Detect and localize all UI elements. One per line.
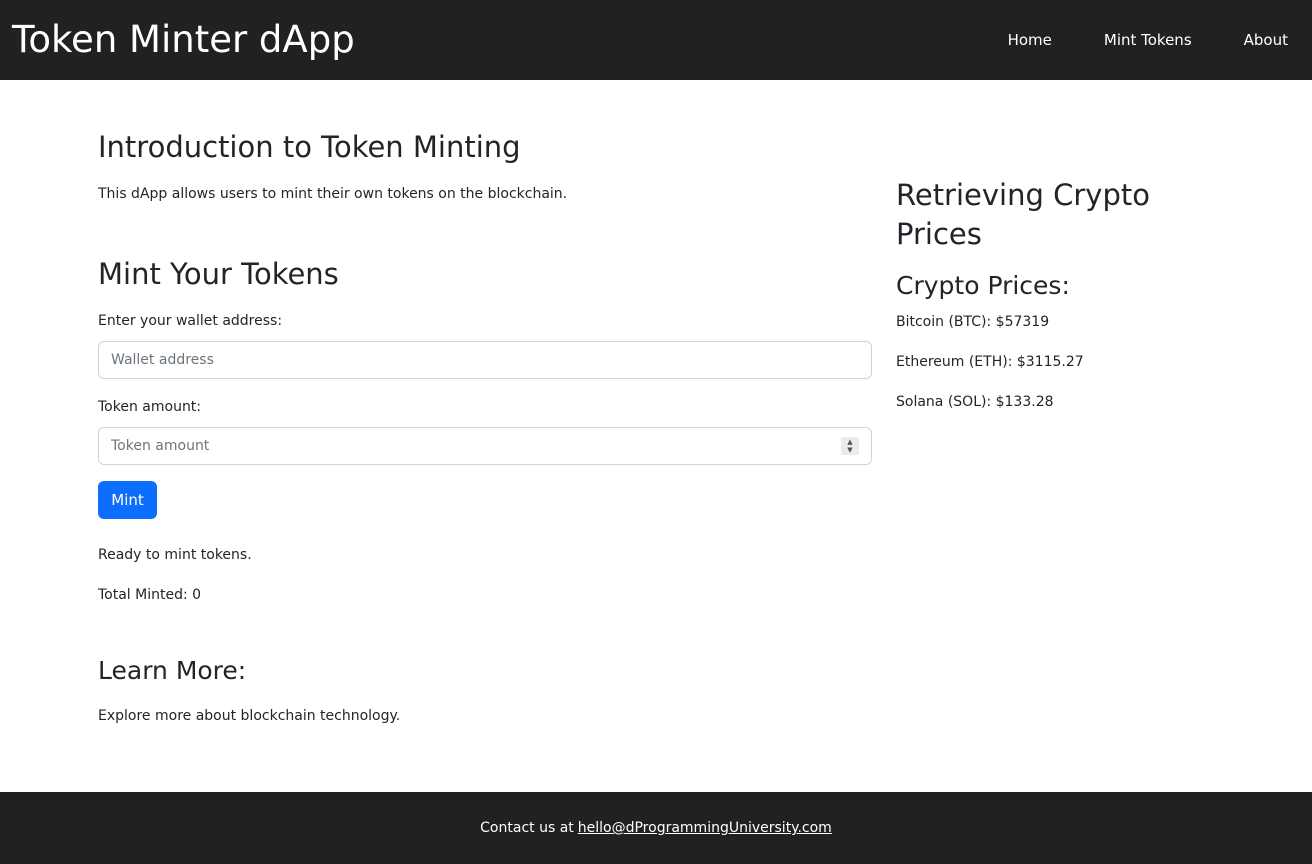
- amount-label: Token amount:: [98, 399, 202, 415]
- token-amount-input[interactable]: [98, 427, 872, 465]
- wallet-address-input[interactable]: [98, 341, 872, 379]
- nav-about[interactable]: About: [1244, 31, 1288, 49]
- crypto-prices-title: Crypto Prices:: [896, 271, 1070, 300]
- wallet-label: Enter your wallet address:: [98, 313, 283, 329]
- intro-text: This dApp allows users to mint their own…: [98, 186, 568, 202]
- nav-home[interactable]: Home: [1008, 31, 1052, 49]
- footer-email-link[interactable]: hello@dProgrammingUniversity.com: [578, 820, 832, 836]
- mint-status: Ready to mint tokens.: [98, 547, 252, 563]
- navbar: Token Minter dApp Home Mint Tokens About: [0, 0, 1312, 80]
- brand-title: Token Minter dApp: [12, 18, 355, 61]
- total-minted: Total Minted: 0: [98, 587, 202, 603]
- learn-more-title: Learn More:: [98, 656, 247, 685]
- main-nav: Home Mint Tokens About: [956, 0, 1288, 80]
- learn-more-text: Explore more about blockchain technology…: [98, 708, 401, 724]
- intro-title: Introduction to Token Minting: [98, 130, 521, 164]
- footer: Contact us at hello@dProgrammingUniversi…: [0, 792, 1312, 864]
- sidebar-title: Retrieving Crypto Prices: [896, 178, 1150, 251]
- footer-text: Contact us at: [480, 820, 574, 836]
- mint-button[interactable]: Mint: [98, 481, 157, 519]
- mint-title: Mint Your Tokens: [98, 257, 339, 291]
- amount-spinner-icon[interactable]: ▲ ▼: [841, 437, 859, 455]
- price-eth: Ethereum (ETH): $3115.27: [896, 354, 1084, 370]
- nav-mint-tokens[interactable]: Mint Tokens: [1104, 31, 1192, 49]
- price-btc: Bitcoin (BTC): $57319: [896, 314, 1050, 330]
- price-sol: Solana (SOL): $133.28: [896, 394, 1054, 410]
